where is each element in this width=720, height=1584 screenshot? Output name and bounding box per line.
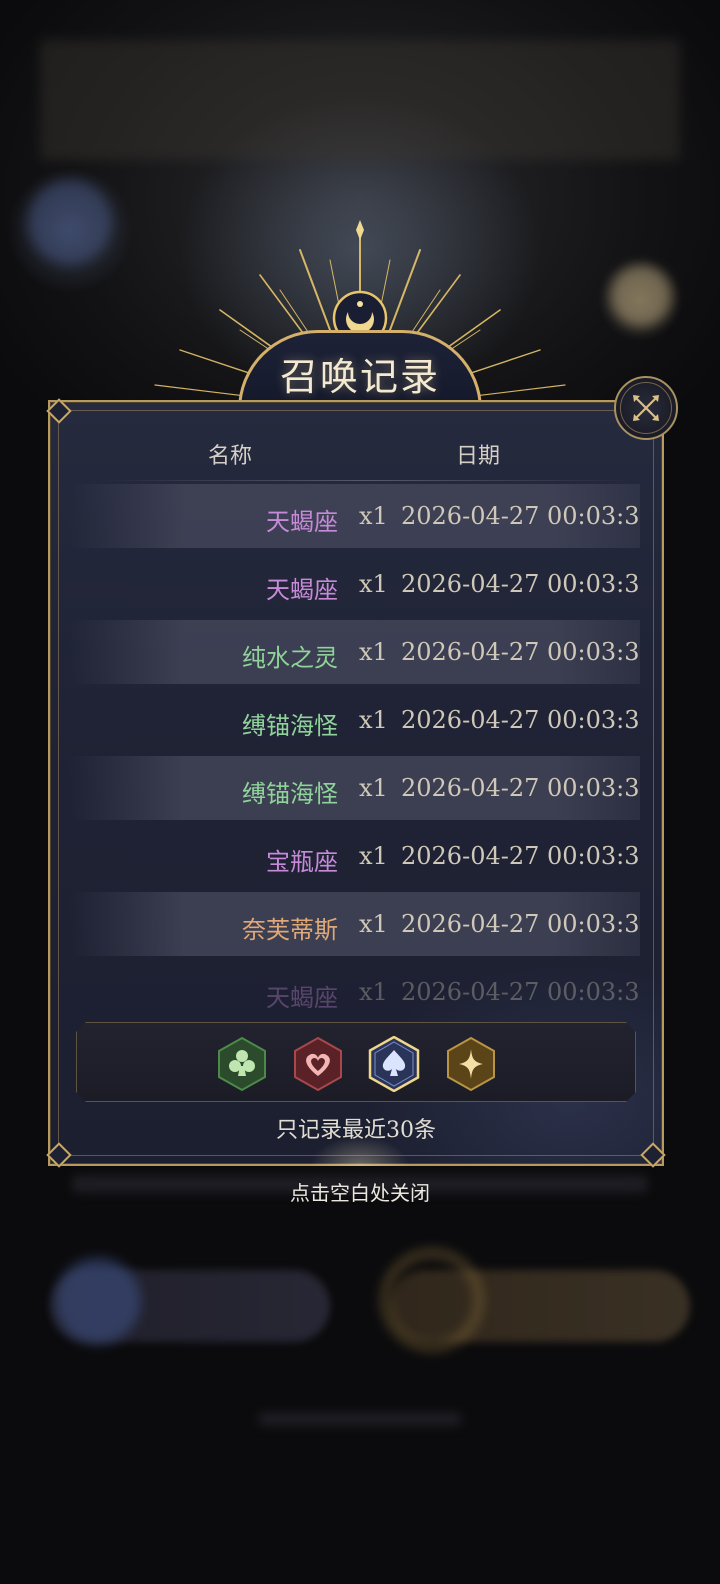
record-quantity: x1 [359, 706, 388, 734]
table-row: 缚锚海怪 x1 2026-04-27 00:03:38 [70, 756, 640, 820]
record-quantity: x1 [359, 502, 388, 530]
filter-heart-button[interactable] [292, 1036, 344, 1092]
record-name: 宝瓶座 [266, 848, 338, 876]
table-row: 天蝎座 x1 2026-04-27 00:03:38 [70, 484, 640, 548]
table-row: 天蝎座 x1 2026-04-27 00:03:38 [70, 960, 640, 1012]
record-quantity: x1 [359, 570, 388, 598]
record-date: 2026-04-27 00:03:38 [401, 570, 640, 598]
record-quantity: x1 [359, 638, 388, 666]
star-icon [447, 1036, 495, 1092]
record-date: 2026-04-27 00:03:38 [401, 502, 640, 530]
background-orb-left [28, 180, 112, 264]
table-row: 奈芙蒂斯 x1 2026-04-27 00:03:38 [70, 892, 640, 956]
record-name: 天蝎座 [266, 576, 338, 604]
filter-club-button[interactable] [216, 1036, 268, 1092]
record-quantity: x1 [359, 978, 388, 1006]
record-list[interactable]: 天蝎座 x1 2026-04-27 00:03:38 天蝎座 x1 2026-0… [70, 482, 640, 1012]
background-button-left-icon [55, 1258, 141, 1344]
record-name: 奈芙蒂斯 [242, 916, 338, 944]
record-date: 2026-04-27 00:03:38 [401, 910, 640, 938]
record-date: 2026-04-27 00:03:38 [401, 638, 640, 666]
table-row: 缚锚海怪 x1 2026-04-27 00:03:38 [70, 688, 640, 752]
record-quantity: x1 [359, 910, 388, 938]
record-name: 天蝎座 [266, 984, 338, 1012]
record-date: 2026-04-27 00:03:38 [401, 706, 640, 734]
column-header-date: 日期 [456, 444, 501, 469]
page-title: 召唤记录 [279, 355, 440, 399]
record-name: 缚锚海怪 [242, 712, 338, 740]
table-row: 宝瓶座 x1 2026-04-27 00:03:38 [70, 824, 640, 888]
filter-star-button[interactable] [445, 1036, 497, 1092]
background-footnote [258, 1412, 462, 1426]
table-row: 天蝎座 x1 2026-04-27 00:03:38 [70, 552, 640, 616]
rarity-filter-bar [76, 1022, 636, 1102]
tap-blank-to-close-hint[interactable]: 点击空白处关闭 [0, 1177, 720, 1206]
record-date: 2026-04-27 00:03:38 [401, 774, 640, 802]
close-button[interactable] [614, 376, 678, 440]
record-quantity: x1 [359, 774, 388, 802]
background-shelf [40, 40, 680, 160]
record-name: 天蝎座 [266, 508, 338, 536]
table-header: 名称 日期 [48, 436, 664, 472]
spade-icon [368, 1036, 420, 1092]
panel-bottom-glow [310, 1136, 410, 1166]
record-date: 2026-04-27 00:03:38 [401, 842, 640, 870]
club-icon [218, 1036, 266, 1092]
close-icon [633, 395, 659, 421]
record-name: 纯水之灵 [242, 644, 338, 672]
header-divider [100, 480, 632, 481]
screen[interactable]: 召唤记录 名称 日期 天蝎座 x1 2026-04-27 00:03:38 天蝎… [0, 0, 720, 1584]
background-orb-right [610, 265, 672, 327]
heart-icon [294, 1036, 342, 1092]
record-date: 2026-04-27 00:03:38 [401, 978, 640, 1006]
column-header-name: 名称 [208, 444, 253, 469]
table-row: 纯水之灵 x1 2026-04-27 00:03:38 [70, 620, 640, 684]
record-name: 缚锚海怪 [242, 780, 338, 808]
filter-spade-button[interactable] [368, 1036, 420, 1092]
background-button-right-icon [382, 1250, 482, 1350]
record-quantity: x1 [359, 842, 388, 870]
